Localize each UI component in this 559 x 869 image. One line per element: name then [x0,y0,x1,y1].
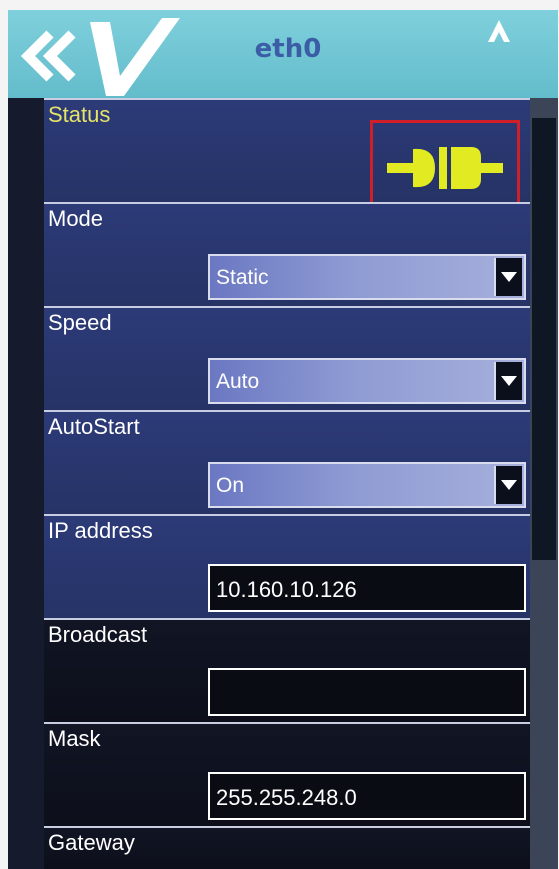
v-logo-icon [90,18,180,96]
chevron-down-icon [501,480,517,490]
network-settings-screen: eth0 Status Mode Static Speed Auto AutoS… [8,10,558,869]
mode-row: Mode Static [44,202,530,306]
page-title: eth0 [254,34,322,64]
mode-dropdown[interactable]: Static [208,254,526,300]
speed-row: Speed Auto [44,306,530,410]
mask-input[interactable]: 255.255.248.0 [208,772,526,820]
broadcast-row: Broadcast [44,618,530,722]
speed-value: Auto [216,370,260,393]
mask-row: Mask 255.255.248.0 [44,722,530,826]
broadcast-label: Broadcast [48,622,148,647]
mode-label: Mode [48,206,104,231]
double-chevron-left-icon [20,30,76,82]
ip-address-value: 10.160.10.126 [216,577,357,602]
status-row: Status [44,98,530,216]
autostart-dropdown[interactable]: On [208,462,526,508]
settings-panel: Status Mode Static Speed Auto AutoStart … [44,98,530,869]
autostart-dropdown-button[interactable] [494,466,522,504]
mode-value: Static [216,266,269,289]
ip-address-row: IP address 10.160.10.126 [44,514,530,618]
status-label: Status [48,102,111,127]
plug-connected-icon [387,147,503,189]
gateway-label: Gateway [48,830,135,855]
chevron-down-icon [501,272,517,282]
autostart-value: On [216,474,245,497]
scrollbar-thumb[interactable] [532,118,556,560]
mask-value: 255.255.248.0 [216,785,357,810]
speed-dropdown-button[interactable] [494,362,522,400]
ip-address-label: IP address [48,518,153,543]
speed-dropdown[interactable]: Auto [208,358,526,404]
mask-label: Mask [48,726,101,751]
title-bar: eth0 [8,10,558,98]
autostart-row: AutoStart On [44,410,530,514]
broadcast-input[interactable] [208,668,526,716]
back-logo-button[interactable] [12,14,182,100]
mode-dropdown-button[interactable] [494,258,522,296]
gateway-row: Gateway [44,826,530,869]
ip-address-input[interactable]: 10.160.10.126 [208,564,526,612]
speed-label: Speed [48,310,112,335]
chevron-down-icon [501,376,517,386]
arrow-up-icon[interactable] [484,18,514,52]
autostart-label: AutoStart [48,414,140,439]
